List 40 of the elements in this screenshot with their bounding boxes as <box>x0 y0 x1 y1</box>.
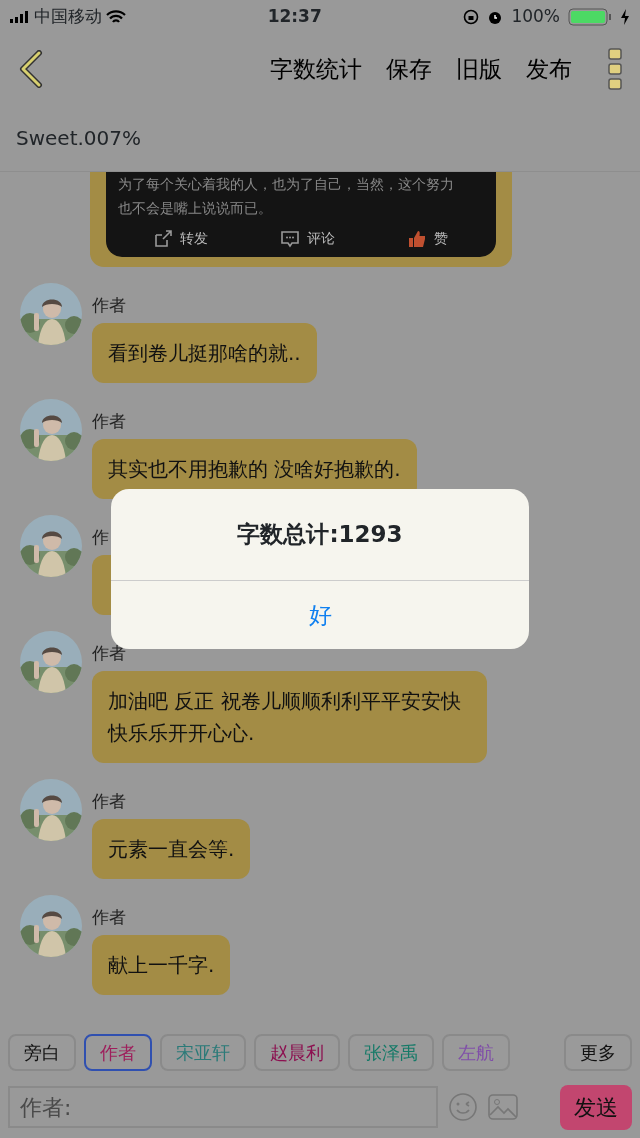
message-input[interactable]: 作者: <box>8 1086 438 1128</box>
post-text: 也不会是嘴上说说而已。 <box>118 200 272 216</box>
sender-name: 作 <box>92 526 109 549</box>
page-title: Sweet.007% <box>16 124 142 152</box>
role-tab[interactable]: 旁白 <box>8 1033 76 1071</box>
toolbar-action[interactable]: 旧版 <box>444 51 514 87</box>
battery-percent: 100% <box>511 5 560 29</box>
post-action-button[interactable]: 评论 <box>281 228 335 249</box>
menu-button[interactable] <box>608 48 622 90</box>
clock-time: 12:37 <box>267 5 322 29</box>
menu-icon <box>608 48 622 90</box>
wifi-icon <box>106 9 126 25</box>
more-button[interactable]: 更多 <box>564 1033 632 1071</box>
dialog-message: 字数总计:1293 <box>237 520 403 550</box>
signal-icon <box>10 11 30 23</box>
post-text: 为了每个关心着我的人，也为了自己，当然，这个努力 <box>118 176 454 192</box>
post-action-button[interactable]: 赞 <box>407 228 448 249</box>
message-bubble: 加油吧 反正 祝卷儿顺顺利利平平安安快快乐乐开开心心. <box>92 671 487 763</box>
sender-name: 作者 <box>92 790 126 813</box>
post-action-button[interactable]: 转发 <box>154 228 209 249</box>
rotation-lock-icon <box>463 9 480 25</box>
comment-icon <box>281 229 299 248</box>
message-bubble: 献上一千字. <box>92 935 231 995</box>
charging-icon <box>620 9 630 25</box>
message-bubble: 看到卷儿挺那啥的就.. <box>92 323 317 383</box>
like-icon <box>407 229 426 248</box>
sender-name: 作者 <box>92 410 126 433</box>
toolbar-action[interactable]: 发布 <box>514 51 584 87</box>
back-icon <box>18 50 44 88</box>
carrier-name: 中国移动 <box>34 5 102 29</box>
sender-name: 作者 <box>92 294 126 317</box>
alarm-icon <box>487 9 504 25</box>
back-button[interactable] <box>18 50 44 88</box>
send-button[interactable]: 发送 <box>560 1084 632 1130</box>
share-icon <box>154 229 173 248</box>
message-bubble: 元素一直会等. <box>92 819 251 879</box>
sender-name: 作者 <box>92 642 126 665</box>
toolbar-action[interactable]: 保存 <box>374 51 444 87</box>
toolbar-action[interactable]: 字数统计 <box>258 51 374 87</box>
sender-name: 作者 <box>92 906 126 929</box>
